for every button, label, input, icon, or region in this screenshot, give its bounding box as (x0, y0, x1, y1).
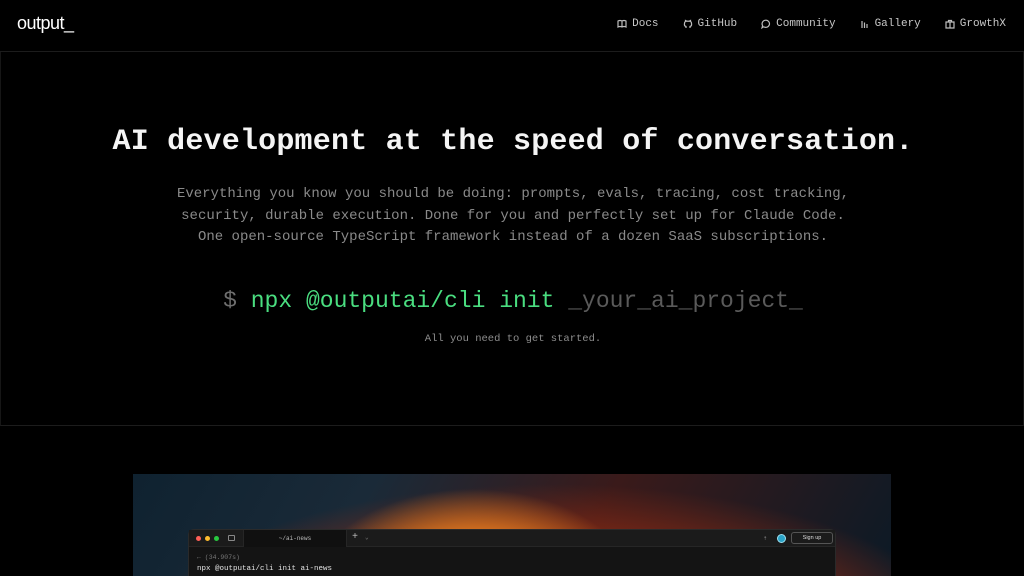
logo[interactable]: output_ (17, 13, 74, 34)
terminal-command-line: npx @outputai/cli init ai-news (197, 565, 333, 573)
nav-docs-label: Docs (632, 18, 659, 30)
nav-docs-link[interactable]: Docs (617, 18, 659, 30)
gallery-icon (860, 21, 868, 28)
nav-github-label: GitHub (697, 18, 738, 30)
nav-growthx-link[interactable]: GrowthX (945, 18, 1006, 30)
hero-headline: AI development at the speed of conversat… (112, 125, 914, 159)
terminal-tab[interactable]: ~/ai-news (243, 530, 347, 547)
nav-gallery-link[interactable]: Gallery (860, 18, 921, 30)
new-tab-icon[interactable]: + (352, 533, 358, 543)
chevron-down-icon[interactable]: ⌄ (365, 534, 369, 541)
hero-description-line-2: security, durable execution. Done for yo… (181, 207, 845, 224)
hero-description-line-3: One open-source TypeScript framework ins… (197, 229, 829, 245)
nav-github-link[interactable]: GitHub (683, 18, 738, 30)
command-hint: All you need to get started. (424, 333, 602, 345)
hero-section: AI development at the speed of conversat… (0, 52, 1024, 426)
window-minimize-dot[interactable] (205, 536, 210, 541)
terminal-output-line: ← (34.907s) (197, 554, 240, 561)
product-preview: ~/ai-news + ⌄ ⇡ Sign up ← (34.907s) npx … (133, 474, 891, 576)
briefcase-icon (945, 19, 955, 29)
github-icon (683, 19, 692, 28)
command-prompt: $ (223, 288, 237, 314)
sidebar-toggle-icon[interactable] (228, 535, 235, 541)
command-placeholder: _your_ai_project_ (568, 288, 803, 314)
nav-links: Docs GitHub Community Gallery GrowthX (617, 18, 1006, 30)
hero-description: Everything you know you should be doing:… (1, 184, 1024, 249)
chat-icon (761, 19, 771, 29)
hero-description-line-1: Everything you know you should be doing:… (176, 186, 850, 202)
command-text: npx @outputai/cli init (250, 288, 555, 314)
window-close-dot[interactable] (196, 536, 201, 541)
signup-button[interactable]: Sign up (791, 532, 833, 544)
book-icon (617, 19, 627, 28)
nav-gallery-label: Gallery (874, 18, 921, 30)
install-command[interactable]: $ npx @outputai/cli init _your_ai_projec… (1, 288, 1024, 314)
nav-community-label: Community (776, 18, 836, 30)
terminal-titlebar: ~/ai-news + ⌄ ⇡ Sign up (189, 530, 835, 547)
top-nav: output_ Docs GitHub Community Gallery Gr… (0, 0, 1024, 52)
nav-growthx-label: GrowthX (959, 18, 1006, 30)
nav-community-link[interactable]: Community (761, 18, 836, 30)
avatar[interactable] (777, 534, 786, 543)
window-zoom-dot[interactable] (214, 536, 219, 541)
terminal-window: ~/ai-news + ⌄ ⇡ Sign up ← (34.907s) npx … (188, 529, 836, 576)
share-icon[interactable]: ⇡ (763, 534, 767, 543)
